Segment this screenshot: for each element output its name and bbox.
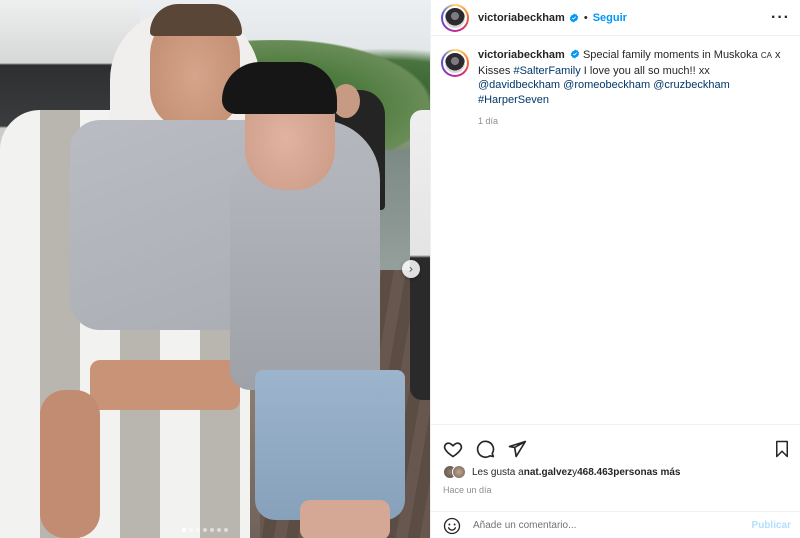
caption-text: Special family moments in Muskoka <box>582 49 761 61</box>
carousel-dot <box>182 528 186 532</box>
mention-link[interactable]: @cruzbeckham <box>653 79 730 91</box>
carousel-dot <box>203 528 207 532</box>
carousel-dot <box>224 528 228 532</box>
photo-denim-shorts <box>255 370 405 520</box>
emoji-smiley-icon[interactable] <box>443 517 461 535</box>
caption-time[interactable]: 1 día <box>478 114 790 129</box>
post-photo[interactable]: › <box>0 0 430 538</box>
mention-link[interactable]: @davidbeckham <box>478 79 560 91</box>
canada-flag-text: CA <box>760 51 772 60</box>
verified-badge-icon <box>570 49 580 59</box>
carousel-dot <box>217 528 221 532</box>
comment-bar: Publicar <box>431 511 800 538</box>
caption-text: I love you all so much!! xx <box>580 64 710 77</box>
post-caption: victoriabeckham Special family moments i… <box>431 36 800 129</box>
caption-body: victoriabeckham Special family moments i… <box>478 48 790 129</box>
photo-man-tattooed-arm <box>40 390 100 538</box>
header-separator: • <box>583 11 588 24</box>
header-username[interactable]: victoriabeckham <box>478 12 565 24</box>
hashtag-link[interactable]: #HarperSeven <box>478 94 549 106</box>
liker-avatars[interactable] <box>443 465 466 479</box>
carousel-dot <box>196 528 200 532</box>
action-icons-row <box>431 425 800 463</box>
verified-badge-icon <box>569 12 578 23</box>
likes-suffix[interactable]: personas más <box>613 467 680 478</box>
photo-background-person-right <box>410 110 430 400</box>
mention-link[interactable]: @romeobeckham <box>563 79 650 91</box>
save-bookmark-icon[interactable] <box>773 439 791 459</box>
post-date: Hace un día <box>443 485 492 495</box>
post-side-panel: victoriabeckham • Seguir ··· victoriabec… <box>430 0 800 538</box>
comment-input[interactable] <box>473 520 752 531</box>
comment-bubble-icon[interactable] <box>475 439 495 459</box>
photo-man-hair <box>150 4 242 36</box>
carousel-dot <box>210 528 214 532</box>
likes-prefix: Les gusta a <box>472 466 524 478</box>
photo-legs <box>300 500 390 538</box>
post-actions: Les gusta a nat.galvez y 468.463 persona… <box>431 424 800 538</box>
profile-avatar[interactable] <box>441 3 469 32</box>
likes-summary: Les gusta a nat.galvez y 468.463 persona… <box>431 463 800 479</box>
hashtag-link[interactable]: #SalterFamily <box>513 65 580 77</box>
publish-button[interactable]: Publicar <box>752 520 791 531</box>
liker-username[interactable]: nat.galvez <box>524 467 572 478</box>
carousel-dots <box>182 528 228 532</box>
caption-avatar[interactable] <box>441 49 469 77</box>
more-options-icon[interactable]: ··· <box>771 9 790 25</box>
share-paper-plane-icon[interactable] <box>507 439 527 459</box>
post-header: victoriabeckham • Seguir ··· <box>431 0 800 36</box>
likes-count[interactable]: 468.463 <box>577 467 613 478</box>
photo-sweater-body <box>230 160 380 390</box>
caption-username[interactable]: victoriabeckham <box>478 49 565 61</box>
like-heart-icon[interactable] <box>443 439 463 459</box>
photo-man-torso <box>90 360 240 410</box>
photo-black-cap <box>222 62 337 114</box>
carousel-next-arrow-icon[interactable]: › <box>402 260 420 278</box>
carousel-dot <box>189 528 193 532</box>
follow-button[interactable]: Seguir <box>593 12 627 24</box>
